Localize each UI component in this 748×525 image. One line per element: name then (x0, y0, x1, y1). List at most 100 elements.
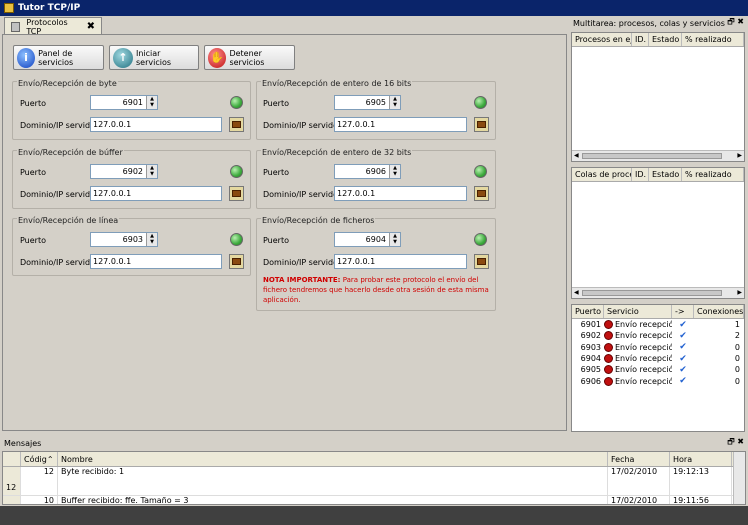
col-processes[interactable]: Procesos en ejec (572, 33, 632, 46)
domain-label: Dominio/IP servidor (20, 190, 99, 199)
queues-table[interactable]: Colas de proceso ID. Estado % realizado … (571, 167, 745, 299)
message-row[interactable]: 10 Buffer recibido: ffe. Tamaño = 3 17/0… (3, 496, 745, 504)
col-name[interactable]: Nombre (58, 452, 608, 466)
dock-float-close-icon[interactable]: 🗗 ✖ (727, 436, 744, 450)
domain-label: Dominio/IP servidor (20, 121, 99, 130)
dock-float-close-icon[interactable]: 🗗 ✖ (727, 16, 744, 30)
col-date[interactable]: Fecha (608, 452, 670, 466)
service-name: Envío recepció... (615, 365, 672, 375)
service-row[interactable]: 6903 Envío recepció... ✔ 0 (572, 342, 744, 353)
host-value: 127.0.0.1 (93, 189, 132, 198)
domain-label: Dominio/IP servidor (263, 190, 342, 199)
port-spinner[interactable]: 6905 ▲ ▼ (334, 95, 401, 110)
col-arrow[interactable]: -> (672, 305, 694, 318)
host-input[interactable]: 127.0.0.1 (334, 117, 467, 132)
services-table[interactable]: Puerto Servicio -> Conexiones 6901 Envío … (571, 304, 745, 432)
service-row[interactable]: 6902 Envío recepció... ✔ 2 (572, 330, 744, 341)
message-time: 19:11:56 (670, 496, 732, 504)
row-header-corner (3, 452, 21, 466)
connect-briefcase-icon[interactable] (229, 186, 244, 201)
horizontal-scrollbar[interactable]: ◀ ▶ (572, 287, 744, 298)
col-id[interactable]: ID. (632, 33, 649, 46)
col-port[interactable]: Puerto (572, 305, 604, 318)
port-spinner[interactable]: 6904 ▲ ▼ (334, 232, 401, 247)
col-percent[interactable]: % realizado (682, 33, 744, 46)
col-state[interactable]: Estado (649, 168, 682, 181)
app-icon (4, 3, 14, 13)
service-bug-icon (604, 354, 613, 364)
scroll-right-icon[interactable]: ▶ (737, 289, 742, 296)
connect-briefcase-icon[interactable] (474, 186, 489, 201)
port-value: 6904 (365, 235, 386, 244)
port-label: Puerto (20, 168, 46, 177)
port-spinner[interactable]: 6906 ▲ ▼ (334, 164, 401, 179)
spinner-arrows-icon[interactable]: ▲ ▼ (146, 96, 157, 109)
col-id[interactable]: ID. (632, 168, 649, 181)
service-name: Envío recepció... (615, 376, 672, 386)
group-title: Envío/Recepción de byte (17, 79, 118, 88)
port-spinner[interactable]: 6902 ▲ ▼ (90, 164, 158, 179)
connect-briefcase-icon[interactable] (229, 254, 244, 269)
service-row[interactable]: 6906 Envío recepció... ✔ 0 (572, 375, 744, 386)
scroll-thumb[interactable] (582, 290, 722, 296)
spinner-arrows-icon[interactable]: ▲ ▼ (146, 165, 157, 178)
check-icon: ✔ (679, 353, 687, 364)
scroll-left-icon[interactable]: ◀ (574, 289, 579, 296)
group-title: Envío/Recepción de búffer (17, 148, 124, 157)
spinner-arrows-icon[interactable]: ▲ ▼ (389, 96, 400, 109)
host-input[interactable]: 127.0.0.1 (90, 186, 222, 201)
port-value: 6906 (365, 167, 386, 176)
panel-services-button[interactable]: i Panel de servicios (13, 45, 104, 70)
status-led-icon (230, 233, 243, 246)
host-input[interactable]: 127.0.0.1 (334, 186, 467, 201)
vertical-scrollbar[interactable] (733, 452, 745, 504)
scroll-thumb[interactable] (582, 153, 722, 159)
message-code: 12 (21, 467, 58, 495)
stop-services-button[interactable]: ✋ Detener servicios (204, 45, 295, 70)
host-value: 127.0.0.1 (93, 257, 132, 266)
connect-briefcase-icon[interactable] (474, 254, 489, 269)
scroll-left-icon[interactable]: ◀ (574, 152, 579, 159)
tab-protocolos-tcp[interactable]: Protocolos TCP ✖ (4, 17, 102, 36)
start-services-button[interactable]: ↑ Iniciar servicios (109, 45, 199, 70)
group-title: Envío/Recepción de entero de 16 bits (261, 79, 413, 88)
col-connections[interactable]: Conexiones (694, 305, 744, 318)
service-port: 6901 (580, 320, 601, 330)
multitask-dock-title: Multitarea: procesos, colas y servicios … (570, 16, 748, 30)
spinner-arrows-icon[interactable]: ▲ ▼ (146, 233, 157, 246)
close-tab-icon[interactable]: ✖ (87, 21, 95, 32)
port-label: Puerto (20, 236, 46, 245)
group-files: Envío/Recepción de ficheros Puerto 6904 … (256, 216, 496, 311)
port-value: 6905 (365, 98, 386, 107)
host-input[interactable]: 127.0.0.1 (90, 254, 222, 269)
processes-table[interactable]: Procesos en ejec ID. Estado % realizado … (571, 32, 745, 162)
scroll-right-icon[interactable]: ▶ (737, 152, 742, 159)
col-queues[interactable]: Colas de proceso (572, 168, 632, 181)
col-percent[interactable]: % realizado (682, 168, 744, 181)
service-row[interactable]: 6904 Envío recepció... ✔ 0 (572, 353, 744, 364)
tab-icon (11, 21, 21, 32)
horizontal-scrollbar[interactable]: ◀ ▶ (572, 150, 744, 161)
port-spinner[interactable]: 6903 ▲ ▼ (90, 232, 158, 247)
service-name: Envío recepció... (615, 320, 672, 330)
col-code[interactable]: Códig ⌃ (21, 452, 58, 466)
col-time[interactable]: Hora (670, 452, 732, 466)
connect-briefcase-icon[interactable] (229, 117, 244, 132)
messages-table[interactable]: Códig ⌃ Nombre Fecha Hora 12 12 Byte reci… (2, 451, 746, 505)
message-row[interactable]: 12 12 Byte recibido: 1 17/02/2010 19:12:… (3, 467, 745, 496)
host-input[interactable]: 127.0.0.1 (90, 117, 222, 132)
col-state[interactable]: Estado (649, 33, 682, 46)
service-row[interactable]: 6905 Envío recepció... ✔ 0 (572, 364, 744, 375)
group-line: Envío/Recepción de línea Puerto 6903 ▲ ▼ … (12, 216, 251, 276)
spinner-arrows-icon[interactable]: ▲ ▼ (389, 233, 400, 246)
status-led-icon (474, 165, 487, 178)
processes-header: Procesos en ejec ID. Estado % realizado (572, 33, 744, 47)
window-titlebar: Tutor TCP/IP (0, 0, 748, 16)
host-input[interactable]: 127.0.0.1 (334, 254, 467, 269)
col-service[interactable]: Servicio (604, 305, 672, 318)
service-connections: 0 (734, 376, 740, 386)
port-spinner[interactable]: 6901 ▲ ▼ (90, 95, 158, 110)
spinner-arrows-icon[interactable]: ▲ ▼ (389, 165, 400, 178)
service-row[interactable]: 6901 Envío recepció... ✔ 1 (572, 319, 744, 330)
connect-briefcase-icon[interactable] (474, 117, 489, 132)
